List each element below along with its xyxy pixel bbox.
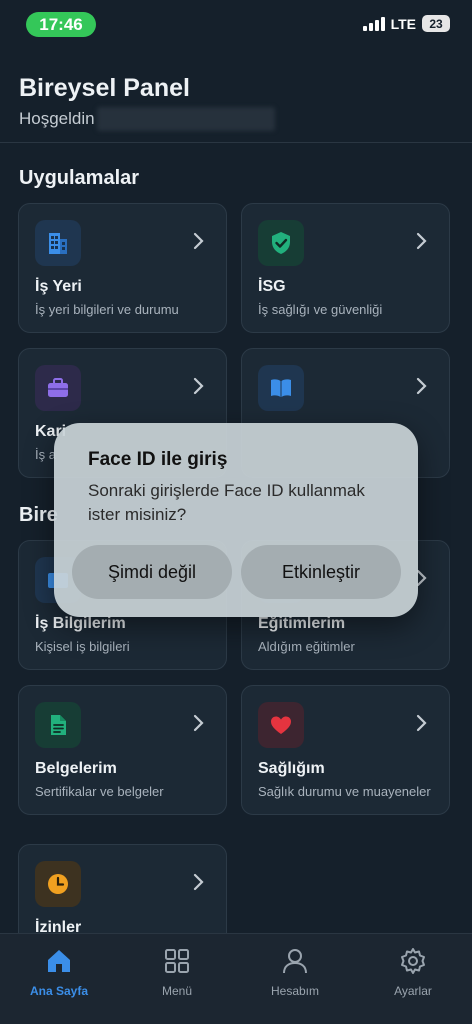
heart-icon [258,702,304,748]
chevron-right-icon [416,714,427,732]
app-card-isg[interactable]: İSG İş sağlığı ve güvenliği [241,203,450,333]
dialog-message: Sonraki girişlerde Face ID kullanmak ist… [88,481,365,524]
not-now-button[interactable]: Şimdi değil [72,545,232,599]
card-subtitle: Sağlık durumu ve muayeneler [258,784,431,799]
status-bar: 17:46 LTE 23 [0,0,472,50]
card-title: Belgelerim [35,760,117,777]
building-icon [35,220,81,266]
home-icon [44,946,74,976]
personal-card-sagligim[interactable]: Sağlığım Sağlık durumu ve muayeneler [241,685,450,815]
chevron-right-icon [193,873,204,891]
section-title-personal: Bire [19,504,58,526]
app-card-is-yeri[interactable]: İş Yeri İş yeri bilgileri ve durumu [18,203,227,333]
card-title: İSG [258,278,286,295]
chevron-right-icon [416,377,427,395]
clock-icon [35,861,81,907]
gear-icon [398,946,428,976]
tab-label: Ana Sayfa [29,984,89,998]
tab-label: Hesabım [270,984,320,998]
tab-account[interactable]: Hesabım [236,946,354,998]
tab-label: Menü [161,984,193,998]
card-subtitle: Aldığım eğitimler [258,639,355,654]
card-subtitle: İş yeri bilgileri ve durumu [35,302,179,317]
greeting-row: Hoşgeldin [19,107,275,131]
section-title-apps: Uygulamalar [19,167,140,189]
chevron-right-icon [416,232,427,250]
personal-card-belgelerim[interactable]: Belgelerim Sertifikalar ve belgeler [18,685,227,815]
card-subtitle: Sertifikalar ve belgeler [35,784,164,799]
card-title: İş Yeri [35,278,82,295]
card-subtitle: Kişisel iş bilgileri [35,639,130,654]
grid-icon [162,946,192,976]
tab-settings[interactable]: Ayarlar [354,946,472,998]
face-id-dialog: Face ID ile giriş Sonraki girişlerde Fac… [54,423,418,617]
redacted-username [96,107,275,131]
briefcase-icon [35,365,81,411]
signal-icon [362,16,385,31]
page-title: Bireysel Panel [19,74,190,102]
page-header: Bireysel Panel Hoşgeldin [19,74,275,131]
book-icon [258,365,304,411]
card-title: Eğitimlerim [258,615,346,632]
tab-bar: Ana Sayfa Menü Hesabım Ayarlar [0,933,472,1024]
tab-label: Ayarlar [394,984,432,998]
battery-icon: 23 [422,15,450,32]
enable-button[interactable]: Etkinleştir [241,545,401,599]
chevron-right-icon [193,714,204,732]
shield-check-icon [258,220,304,266]
status-time: 17:46 [26,12,96,37]
user-icon [280,946,310,976]
dialog-title: Face ID ile giriş [88,449,228,470]
status-indicators: LTE 23 [362,15,450,32]
tab-home[interactable]: Ana Sayfa [0,946,118,998]
network-type: LTE [390,15,416,32]
card-title: Sağlığım [258,760,325,777]
header-divider [0,142,472,143]
chevron-right-icon [193,232,204,250]
card-title: İş Bilgilerim [35,615,126,632]
card-subtitle: İş sağlığı ve güvenliği [258,302,383,317]
document-icon [35,702,81,748]
greeting-text: Hoşgeldin [19,109,95,128]
tab-menu[interactable]: Menü [118,946,236,998]
chevron-right-icon [193,377,204,395]
card-subtitle: İş a [35,447,56,462]
